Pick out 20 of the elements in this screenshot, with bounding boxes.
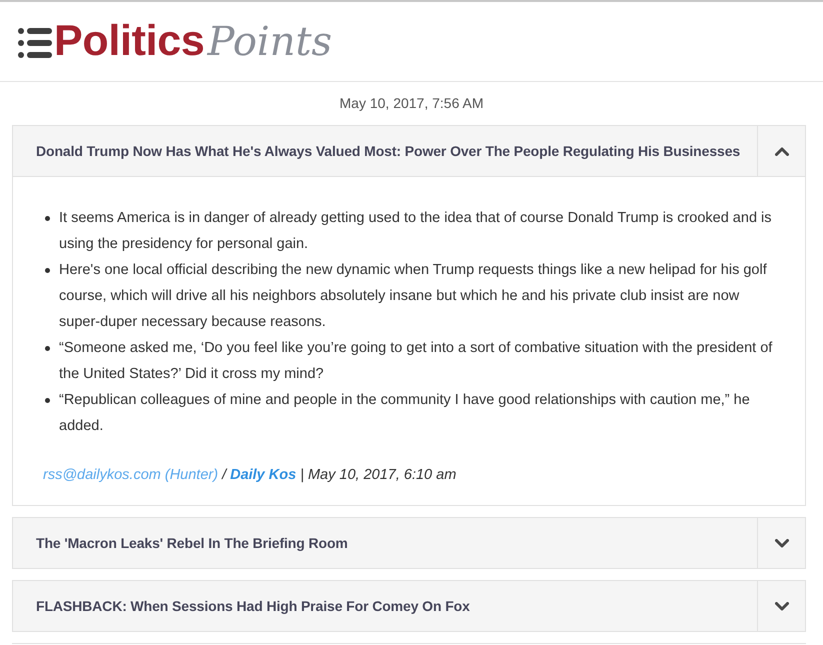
chevron-down-icon [774,538,788,548]
timestamp: May 10, 2017, 7:56 AM [338,94,484,113]
bullet-text: “Republican colleagues of mine and people in the community I have good relationships with caution me,” he added. [59,391,751,436]
separator-text: / [222,467,226,483]
separator-text: | [300,467,304,483]
bullet-icon [45,346,50,350]
article-title-link[interactable]: The 'Macron Leaks' Rebel In The Briefing Room [13,518,757,568]
chevron-up-icon [774,146,788,156]
list-icon [18,28,52,58]
bullet-icon [45,216,50,220]
bullet-text: It seems America is in danger of already getting used to the idea that of course Donald Trump is crooked and is using the presidency for personal gain. [59,209,773,254]
article-title-link[interactable]: Donald Trump Now Has What He's Always Valued Most: Power Over The People Regulating His Businesses [13,126,757,176]
bullet-icon [45,398,50,402]
bullet-text: “Someone asked me, ‘Do you feel like you’re going to get into a sort of combative situation with the president of the United States?’ Did it cross my mind? [59,339,774,384]
chevron-down-icon [774,602,788,610]
logo-text[interactable]: PoliticsPoints [54,20,332,63]
publish-date: May 10, 2017, 6:10 am [308,467,456,483]
bullet-text: Here's one local official describing the new dynamic when Trump requests things like a new helipad for his golf course, which will drive all his neighbors absolutely insane but which he and his private club insist are now super-duper necessary because reasons. [59,261,768,332]
article-title-link[interactable]: FLASHBACK: When Sessions Had High Praise For Comey On Fox [13,581,757,631]
bullet-icon [45,268,50,272]
